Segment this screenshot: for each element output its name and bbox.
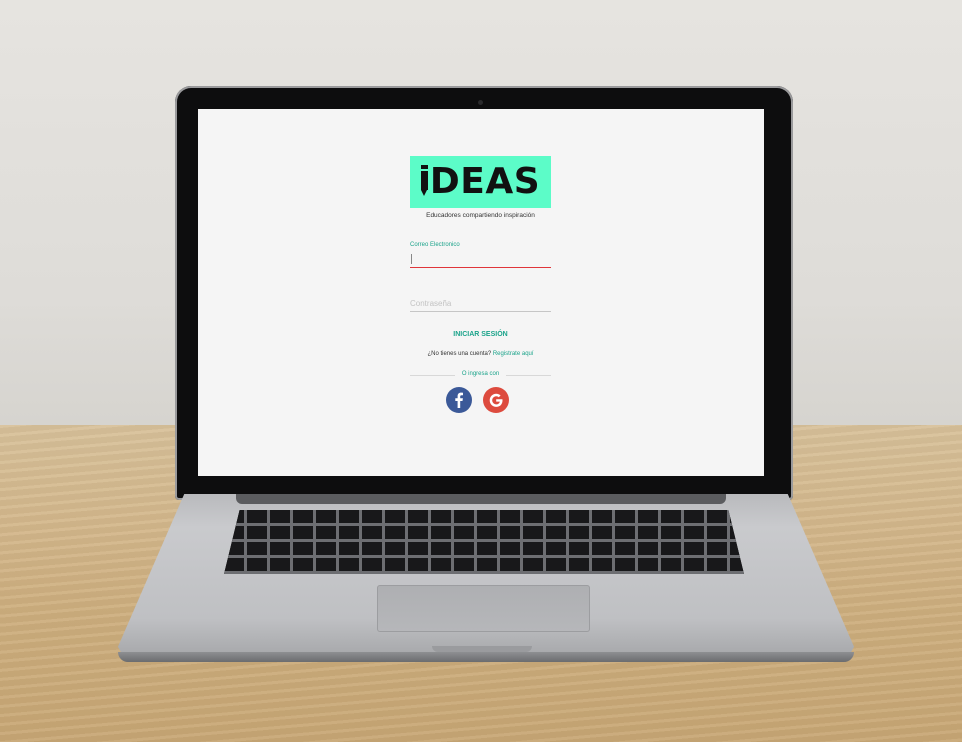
webcam-icon <box>478 100 483 105</box>
laptop-notch <box>432 646 532 652</box>
login-page: DEAS Educadores compartiendo inspiración… <box>198 109 764 476</box>
keyboard-rows <box>224 510 744 574</box>
laptop-hinge <box>236 494 726 504</box>
google-icon <box>489 393 503 407</box>
google-login-button[interactable] <box>483 387 509 413</box>
tagline: Educadores compartiendo inspiración <box>426 212 535 219</box>
password-field[interactable] <box>410 295 551 312</box>
email-label: Correo Electronico <box>410 242 460 248</box>
logo-wordmark: DEAS <box>420 161 541 202</box>
social-divider: O ingresa con <box>410 371 551 379</box>
laptop-screen: DEAS Educadores compartiendo inspiración… <box>198 109 764 476</box>
divider-line-right <box>506 375 551 376</box>
login-button[interactable]: INICIAR SESIÓN <box>410 329 551 340</box>
laptop-base-lip <box>118 652 854 662</box>
photo-scene: DEAS Educadores compartiendo inspiración… <box>0 0 962 742</box>
register-question: ¿No tienes una cuenta? <box>427 351 492 357</box>
trackpad <box>377 585 590 632</box>
register-link[interactable]: Registrate aquí <box>493 351 534 357</box>
logo-text: DEAS <box>429 161 541 202</box>
social-divider-text: O ingresa con <box>461 371 500 377</box>
email-field[interactable] <box>410 252 551 268</box>
text-caret <box>411 254 412 264</box>
facebook-login-button[interactable] <box>446 387 472 413</box>
ideas-logo: DEAS <box>410 156 551 208</box>
pencil-icon <box>420 165 428 196</box>
facebook-icon <box>455 392 463 408</box>
register-prompt: ¿No tienes una cuenta? Registrate aquí <box>410 351 551 357</box>
